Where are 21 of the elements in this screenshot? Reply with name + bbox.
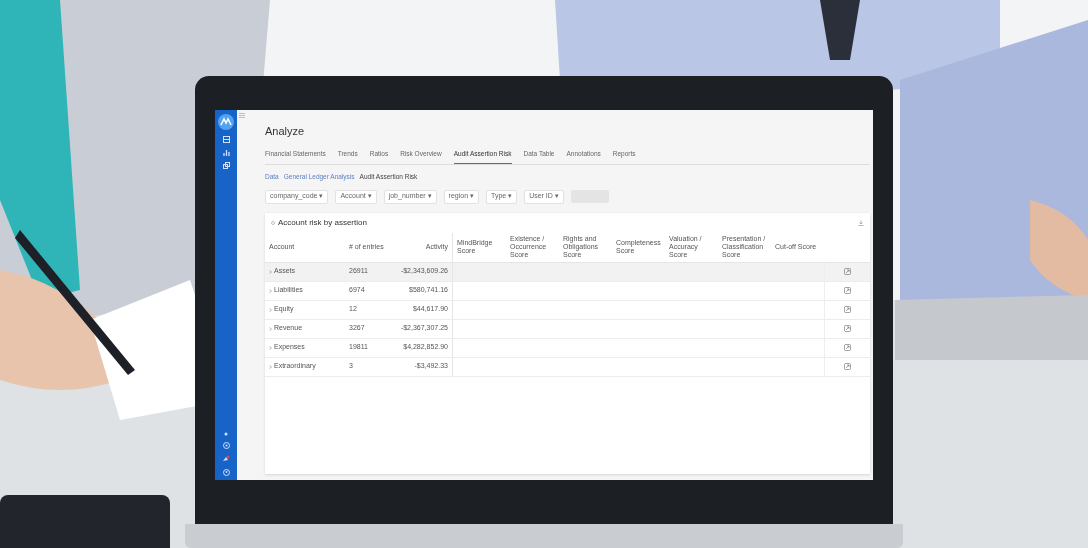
chevron-icon[interactable] (269, 326, 272, 331)
open-external-icon[interactable] (844, 268, 851, 275)
card-title: Account risk by assertion (278, 216, 367, 229)
page-title: Analyze (265, 126, 306, 137)
chevron-icon[interactable] (269, 345, 272, 350)
logo-icon[interactable] (218, 114, 234, 130)
chevron-icon[interactable] (269, 288, 272, 293)
download-icon[interactable] (858, 219, 864, 226)
circle-icon (271, 220, 275, 225)
open-external-icon[interactable] (844, 306, 851, 313)
open-external-icon[interactable] (844, 325, 851, 332)
chevron-icon[interactable] (269, 364, 272, 369)
open-external-icon[interactable] (844, 287, 851, 294)
open-external-icon[interactable] (844, 344, 851, 351)
notification-icon[interactable] (222, 455, 230, 463)
list-icon[interactable] (222, 136, 230, 143)
bar-chart-icon[interactable] (222, 149, 230, 156)
open-external-icon[interactable] (844, 363, 851, 370)
windows-icon[interactable] (222, 162, 230, 169)
chevron-icon[interactable] (269, 307, 272, 312)
menu-icon[interactable] (239, 113, 245, 118)
